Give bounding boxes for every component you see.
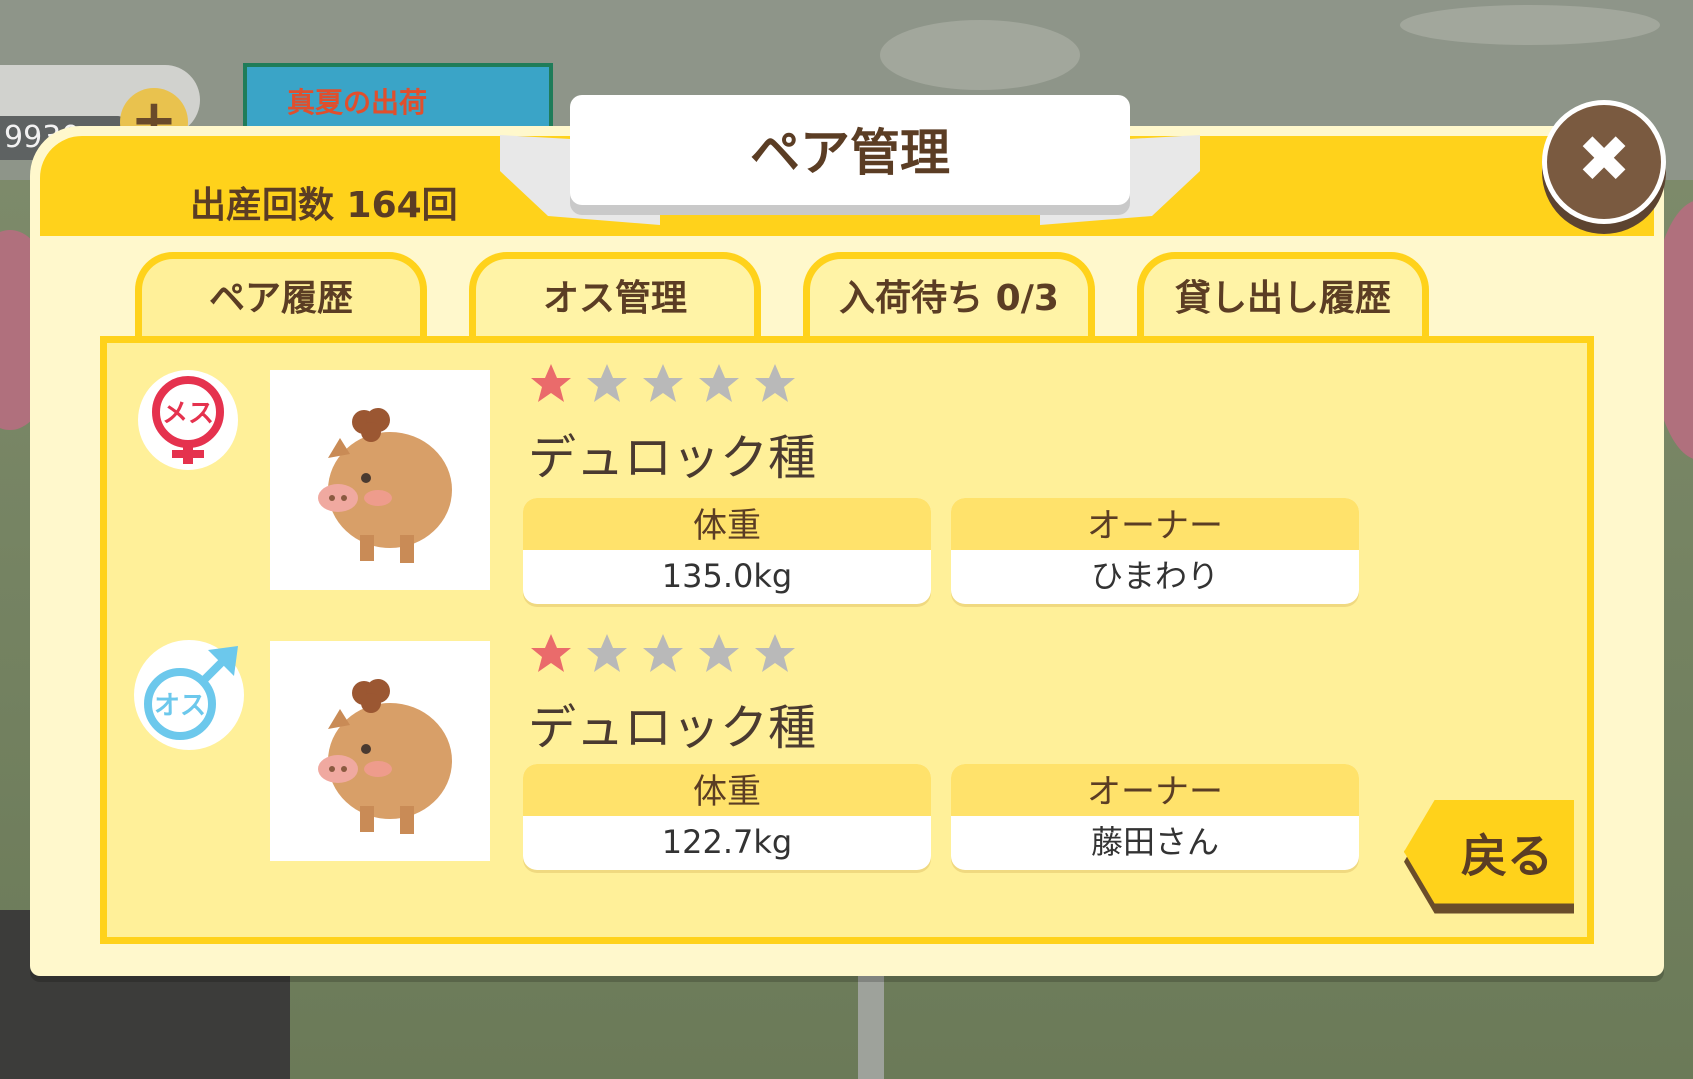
weight-stat: 体重 122.7kg [523, 764, 931, 870]
weight-label: 体重 [523, 498, 931, 550]
tab-loan-history[interactable]: 貸し出し履歴 [1137, 252, 1429, 342]
birth-count: 出産回数 164回 [190, 185, 458, 226]
owner-value: 藤田さん [1090, 823, 1219, 861]
back-button[interactable]: 戻る [1404, 800, 1574, 915]
star-empty-icon [581, 630, 633, 678]
female-label: メス [162, 399, 214, 429]
cloud [880, 20, 1080, 90]
star-empty-icon [693, 360, 745, 408]
star-empty-icon [637, 630, 689, 678]
owner-stat: オーナー 藤田さん [951, 764, 1359, 870]
close-icon: ✖ [1577, 123, 1631, 197]
back-button-label: 戻る [1461, 829, 1553, 883]
tab-incoming[interactable]: 入荷待ち 0/3 [803, 252, 1095, 342]
rarity-stars [525, 630, 805, 678]
title-ribbon: ペア管理 [500, 95, 1200, 235]
male-icon: オス [134, 640, 244, 750]
road [858, 960, 884, 1079]
event-banner-text: 真夏の出荷 [287, 86, 428, 119]
weight-value: 135.0kg [661, 557, 793, 595]
weight-value: 122.7kg [661, 823, 793, 861]
star-filled-icon [525, 630, 577, 678]
close-button[interactable]: ✖ [1542, 100, 1666, 224]
weight-stat: 体重 135.0kg [523, 498, 931, 604]
cloud [1400, 5, 1660, 45]
panel-title: ペア管理 [750, 124, 950, 182]
star-empty-icon [581, 360, 633, 408]
rarity-stars [525, 360, 805, 408]
star-empty-icon [749, 630, 801, 678]
tab-pair-history[interactable]: ペア履歴 [135, 252, 427, 342]
star-filled-icon [525, 360, 577, 408]
owner-stat: オーナー ひまわり [951, 498, 1359, 604]
breed-name: デュロック種 [528, 700, 817, 756]
breed-name: デュロック種 [528, 430, 817, 486]
ribbon-body: ペア管理 [570, 95, 1130, 205]
owner-label: オーナー [951, 498, 1359, 550]
owner-value: ひまわり [1090, 557, 1219, 595]
star-empty-icon [693, 630, 745, 678]
owner-label: オーナー [951, 764, 1359, 816]
weight-label: 体重 [523, 764, 931, 816]
pig-image[interactable] [270, 641, 490, 861]
female-icon: メス [138, 370, 238, 470]
star-empty-icon [637, 360, 689, 408]
pig-image[interactable] [270, 370, 490, 590]
star-empty-icon [749, 360, 801, 408]
tab-male-management[interactable]: オス管理 [469, 252, 761, 342]
male-label: オス [154, 691, 206, 721]
